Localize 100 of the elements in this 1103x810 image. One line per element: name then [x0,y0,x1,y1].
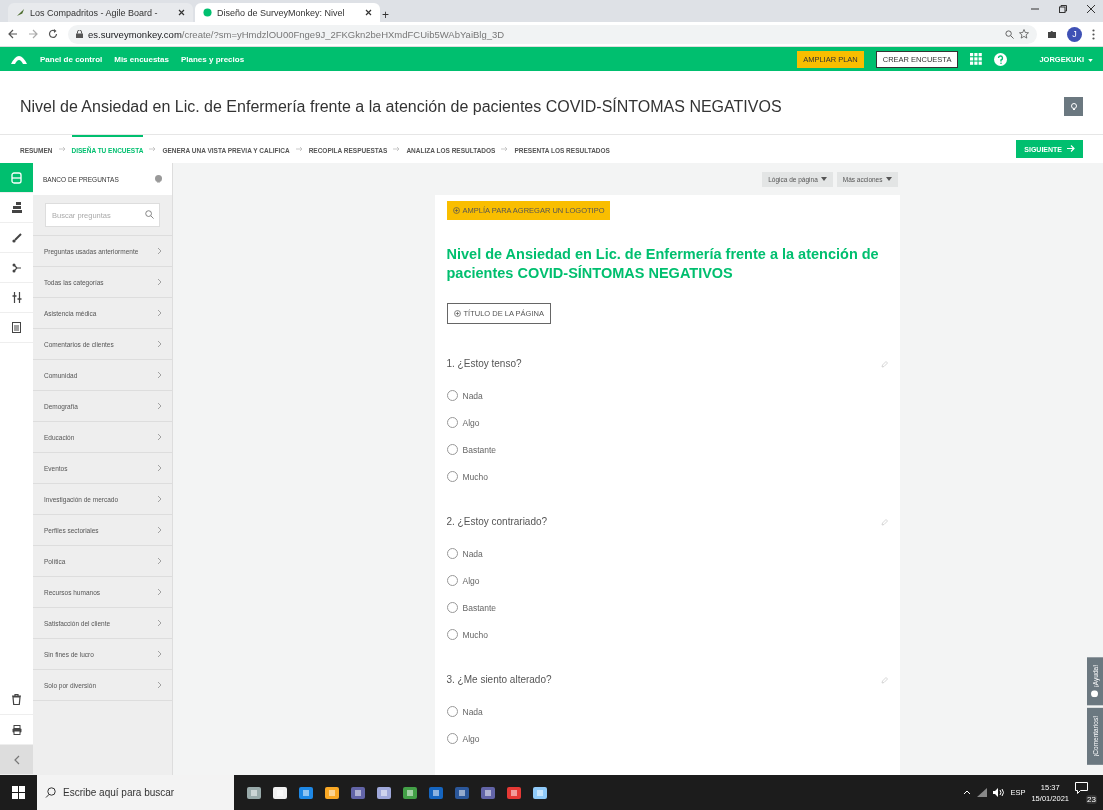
chevron-icon [157,464,162,472]
caret-icon [820,177,827,181]
chevron-left-icon [13,754,20,765]
survey-title: Nivel de Ansiedad en Lic. de Enfermería frente a la atención de pacientes COVID-SÍNTOMAS NEGATIVOS [20,97,783,116]
taskbar-app-icon[interactable] [454,784,470,801]
close-icon[interactable] [365,9,372,16]
answer-option[interactable]: Nada [446,390,888,401]
lightbulb-icon [1069,102,1078,111]
lock-icon [76,30,83,38]
option-label: Nada [462,548,483,559]
answer-option[interactable]: Bastante [446,444,888,455]
chevron-icon [157,402,162,410]
site-icon [203,8,212,17]
radio-button[interactable] [446,575,458,586]
taskbar-app-icon[interactable] [324,784,340,801]
radio-button[interactable] [446,471,458,482]
printer-icon [11,724,22,735]
tab-title: Los Compadritos - Agile Board - [30,7,159,18]
minimize-icon[interactable] [1031,5,1039,13]
option-label: Nada [462,390,483,401]
radio-button[interactable] [446,417,458,428]
tab-title: Diseño de SurveyMonkey: Nivel [217,7,346,18]
option-label: Bastante [462,602,497,613]
taskbar-app-icon[interactable] [506,784,522,801]
star-icon[interactable] [1019,29,1029,39]
radio-button[interactable] [446,706,458,717]
chevron-icon [157,433,162,441]
back-arrow-icon[interactable] [8,29,18,39]
tips-button[interactable] [1064,97,1083,116]
speaker-icon[interactable] [993,788,1005,797]
new-tab-button[interactable]: + [382,8,389,22]
arrow-icon [393,146,401,152]
arrow-right-icon [1067,145,1075,152]
radio-button[interactable] [446,629,458,640]
answer-option[interactable]: Mucho [446,629,888,640]
radio-button[interactable] [446,733,458,744]
arrow-icon [149,146,157,152]
answer-option[interactable]: Nada [446,706,888,717]
option-label: Algo [462,575,480,586]
arrow-icon [295,146,303,152]
taskbar-app-icon[interactable] [376,784,392,801]
taskbar-search-field[interactable]: Escribe aquí para buscar [37,775,234,810]
option-label: Bastante [462,444,497,455]
taskbar-app-icon[interactable] [272,784,288,801]
answer-option[interactable]: Algo [446,575,888,586]
chevron-icon [157,495,162,503]
option-label: Nada [462,706,483,717]
answer-option[interactable]: Algo [446,417,888,428]
taskbar-app-icon[interactable] [246,784,262,801]
close-icon[interactable] [1087,5,1095,13]
answer-option[interactable]: Algo [446,733,888,744]
more-icon[interactable] [1092,28,1095,40]
chevron-icon [157,340,162,348]
chevron-icon [157,247,162,255]
taskbar-app-icon[interactable] [402,784,418,801]
option-label: Algo [462,417,480,428]
site-icon [16,8,25,17]
browser-tab[interactable]: Diseño de SurveyMonkey: Nivel [195,3,380,22]
close-icon[interactable] [178,9,185,16]
search-icon [145,210,154,219]
windows-icon [12,786,25,799]
profile-avatar[interactable]: J [1067,26,1082,42]
notification-count: 23 [1086,794,1097,804]
chevron-up-icon[interactable] [963,790,972,795]
address-bar[interactable]: es.surveymonkey.com/create/?sm=yHmdzlOU00Fnge9J_2FKGkn2beHXmdFCUib5WAbYaiBlg_3D [68,24,1037,44]
restore-icon[interactable] [1059,5,1067,13]
document-icon [12,322,21,333]
browser-tab[interactable]: Los Compadritos - Agile Board - [8,3,193,22]
arrow-icon [58,146,66,152]
chevron-icon [157,588,162,596]
chevron-icon [157,681,162,689]
answer-option[interactable]: Mucho [446,471,888,482]
reload-icon[interactable] [48,29,58,39]
taskbar-app-icon[interactable] [298,784,314,801]
arrow-icon [501,146,509,152]
zoom-icon[interactable] [1005,29,1014,39]
answer-option[interactable]: Bastante [446,602,888,613]
chevron-icon [157,526,162,534]
taskbar-app-icon[interactable] [350,784,366,801]
answer-option[interactable]: Nada [446,548,888,559]
radio-button[interactable] [446,390,458,401]
taskbar-app-icon[interactable] [428,784,444,801]
radio-button[interactable] [446,444,458,455]
option-label: Mucho [462,471,488,482]
option-label: Mucho [462,629,488,640]
radio-button[interactable] [446,548,458,559]
plus-circle-icon [452,207,460,214]
taskbar-app-icon[interactable] [532,784,548,801]
radio-button[interactable] [446,602,458,613]
notification-button[interactable]: 23 [1075,781,1097,804]
info-icon[interactable] [155,175,162,183]
question-text: 3. ¿Me siento alterado? [446,674,552,685]
sliders-icon [11,292,22,303]
plus-circle-icon [453,310,461,317]
taskbar-app-icon[interactable] [480,784,496,801]
chevron-icon [157,371,162,379]
database-icon [11,171,22,184]
network-icon[interactable] [977,788,988,797]
trash-icon [12,694,21,705]
search-icon [45,787,56,798]
